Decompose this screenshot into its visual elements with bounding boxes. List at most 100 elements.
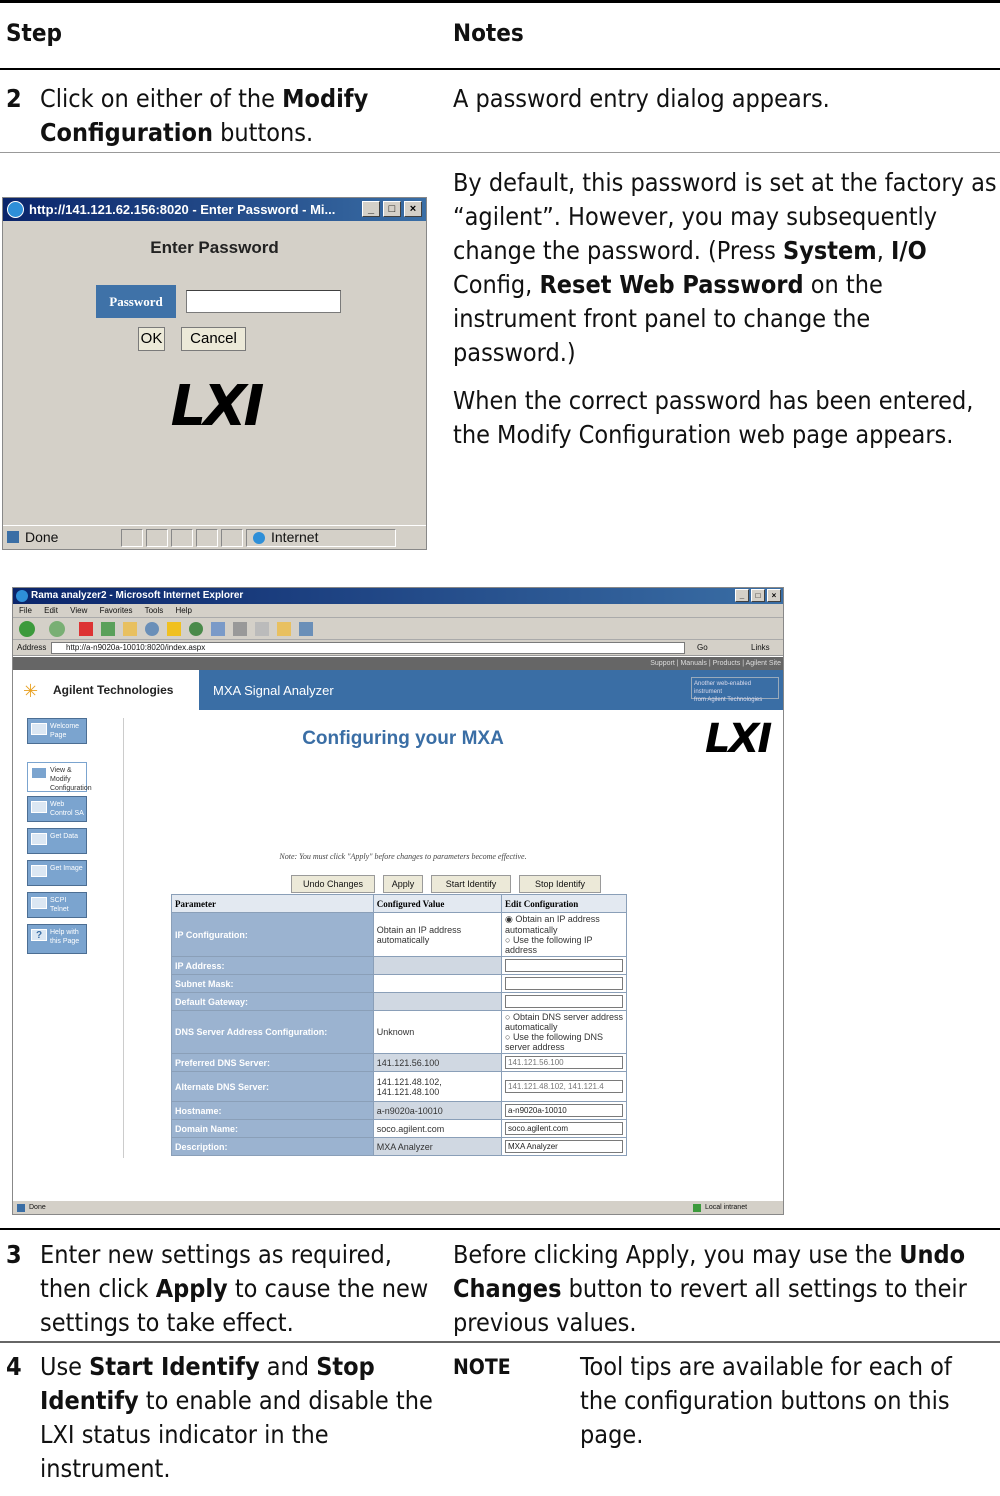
step-2-number: 2 bbox=[6, 84, 22, 113]
table-row: Default Gateway: bbox=[171, 992, 627, 1011]
radio-ip-auto[interactable]: ◉ Obtain an IP address automatically bbox=[505, 914, 623, 935]
page-title: Configuring your MXA bbox=[302, 728, 504, 749]
go-button[interactable]: Go bbox=[697, 640, 708, 656]
table-row: IP Configuration: Obtain an IP address a… bbox=[171, 912, 627, 957]
radio-dns-auto[interactable]: ○ Obtain DNS server address automaticall… bbox=[505, 1012, 623, 1032]
menu-file[interactable]: File bbox=[19, 606, 32, 615]
edit-icon[interactable] bbox=[255, 622, 269, 636]
step-header: Step bbox=[6, 19, 62, 47]
mail-icon[interactable] bbox=[211, 622, 225, 636]
stop-identify-button[interactable]: Stop Identify bbox=[519, 875, 601, 893]
radio-dns-manual[interactable]: ○ Use the following DNS server address bbox=[505, 1032, 623, 1052]
print-icon[interactable] bbox=[233, 622, 247, 636]
dialog-title: http://141.121.62.156:8020 - Enter Passw… bbox=[29, 202, 336, 217]
menu-favorites[interactable]: Favorites bbox=[100, 606, 133, 615]
step-3-number: 3 bbox=[6, 1240, 22, 1269]
search-icon[interactable] bbox=[145, 622, 159, 636]
nav-get-image[interactable]: Get Image bbox=[27, 860, 87, 886]
default-gateway-input[interactable] bbox=[505, 995, 623, 1008]
domain-name-input[interactable]: soco.agilent.com bbox=[505, 1122, 623, 1135]
apply-note: Note: You must click "Apply" before chan… bbox=[279, 852, 527, 861]
globe-icon bbox=[253, 532, 265, 544]
browser-title: Rama analyzer2 - Microsoft Internet Expl… bbox=[31, 590, 244, 601]
dialog-title-bar: http://141.121.62.156:8020 - Enter Passw… bbox=[3, 198, 426, 221]
folder-icon[interactable] bbox=[277, 622, 291, 636]
history-icon[interactable] bbox=[189, 622, 203, 636]
cancel-button[interactable]: Cancel bbox=[181, 327, 246, 351]
table-row: Domain Name: soco.agilent.com soco.agile… bbox=[171, 1119, 627, 1138]
step-4-text: Use Start Identify and Stop Identify to … bbox=[40, 1352, 433, 1483]
nav-get-data[interactable]: Get Data bbox=[27, 828, 87, 854]
radio-ip-manual[interactable]: ○ Use the following IP address bbox=[505, 935, 623, 955]
apply-button[interactable]: Apply bbox=[383, 875, 423, 893]
ie-icon bbox=[7, 201, 24, 218]
hostname-input[interactable]: a-n9020a-10010 bbox=[505, 1104, 623, 1117]
close-icon[interactable]: × bbox=[767, 589, 781, 602]
banner: ✳ Agilent Technologies MXA Signal Analyz… bbox=[13, 670, 783, 710]
dialog-zone: Internet bbox=[271, 529, 319, 545]
minimize-icon[interactable]: _ bbox=[735, 589, 749, 602]
nav-view-modify-configuration[interactable]: View & Modify Configuration bbox=[27, 762, 92, 792]
password-notes: By default, this password is set at the … bbox=[453, 168, 997, 449]
password-label: Password bbox=[96, 285, 176, 318]
step-3-rule bbox=[0, 1228, 1000, 1230]
links-label[interactable]: Links bbox=[751, 640, 770, 656]
maximize-icon[interactable]: □ bbox=[383, 201, 401, 217]
top-rule bbox=[0, 0, 1000, 3]
menu-view[interactable]: View bbox=[70, 606, 87, 615]
nav-web-control-sa[interactable]: Web Control SA bbox=[27, 796, 87, 822]
notes-header: Notes bbox=[453, 19, 524, 47]
top-links[interactable]: Support | Manuals | Products | Agilent S… bbox=[13, 657, 783, 670]
step-3-text: Enter new settings as required, then cli… bbox=[40, 1240, 429, 1337]
address-bar: Address http://a-n9020a-10010:8020/index… bbox=[13, 640, 783, 656]
lxi-logo: LXI bbox=[170, 374, 265, 439]
nav-help-with-this-page[interactable]: ? Help with this Page bbox=[27, 924, 87, 954]
subnet-mask-input[interactable] bbox=[505, 977, 623, 990]
favorites-icon[interactable] bbox=[167, 622, 181, 636]
step-2-divider bbox=[0, 152, 1000, 153]
left-nav: Welcome Page View & Modify Configuration… bbox=[21, 718, 92, 954]
forward-icon[interactable] bbox=[49, 621, 65, 637]
undo-changes-button[interactable]: Undo Changes bbox=[291, 875, 375, 893]
ok-button[interactable]: OK bbox=[138, 327, 165, 351]
home-icon[interactable] bbox=[123, 622, 137, 636]
table-row: Alternate DNS Server: 141.121.48.102, 14… bbox=[171, 1071, 627, 1102]
minimize-icon[interactable]: _ bbox=[362, 201, 380, 217]
menu-help[interactable]: Help bbox=[176, 606, 192, 615]
step-2-text: Click on either of the Modify Configurat… bbox=[40, 84, 369, 147]
password-input[interactable] bbox=[186, 290, 341, 313]
ip-address-input[interactable] bbox=[505, 959, 623, 972]
browser-title-bar: Rama analyzer2 - Microsoft Internet Expl… bbox=[13, 588, 783, 604]
description-input[interactable]: MXA Analyzer bbox=[505, 1140, 623, 1153]
dialog-status-bar: Done Internet bbox=[3, 525, 426, 549]
maximize-icon[interactable]: □ bbox=[751, 589, 765, 602]
back-icon[interactable] bbox=[19, 621, 35, 637]
stop-icon[interactable] bbox=[79, 622, 93, 636]
address-input[interactable]: http://a-n9020a-10010:8020/index.aspx bbox=[51, 642, 685, 654]
lxi-logo: LXI bbox=[705, 716, 772, 762]
dialog-heading: Enter Password bbox=[150, 238, 279, 257]
product-name: MXA Signal Analyzer bbox=[213, 683, 334, 698]
menu-edit[interactable]: Edit bbox=[44, 606, 58, 615]
menu-tools[interactable]: Tools bbox=[145, 606, 164, 615]
close-icon[interactable]: × bbox=[404, 201, 422, 217]
refresh-icon[interactable] bbox=[101, 622, 115, 636]
messenger-icon[interactable] bbox=[299, 622, 313, 636]
header-rule bbox=[0, 68, 1000, 70]
dialog-status-text: Done bbox=[25, 529, 59, 545]
table-row: DNS Server Address Configuration: Unknow… bbox=[171, 1010, 627, 1054]
browser-status-bar: Done Local intranet bbox=[13, 1200, 783, 1214]
start-identify-button[interactable]: Start Identify bbox=[431, 875, 511, 893]
table-row: Preferred DNS Server: 141.121.56.100 141… bbox=[171, 1053, 627, 1072]
alternate-dns-input[interactable]: 141.121.48.102, 141.121.4 bbox=[505, 1080, 623, 1093]
preferred-dns-input[interactable]: 141.121.56.100 bbox=[505, 1056, 623, 1069]
nav-welcome-page[interactable]: Welcome Page bbox=[27, 718, 87, 744]
table-row: IP Address: bbox=[171, 956, 627, 975]
banner-note[interactable]: Another web-enabled instrument from Agil… bbox=[691, 677, 779, 703]
nav-scpi-telnet[interactable]: SCPI Telnet bbox=[27, 892, 87, 918]
page-icon bbox=[17, 1204, 25, 1212]
header-configured-value: Configured Value bbox=[372, 894, 503, 913]
agilent-spark-icon: ✳ bbox=[23, 681, 39, 701]
header-edit-configuration: Edit Configuration bbox=[501, 894, 627, 913]
table-header-row: Parameter Configured Value Edit Configur… bbox=[171, 894, 627, 913]
